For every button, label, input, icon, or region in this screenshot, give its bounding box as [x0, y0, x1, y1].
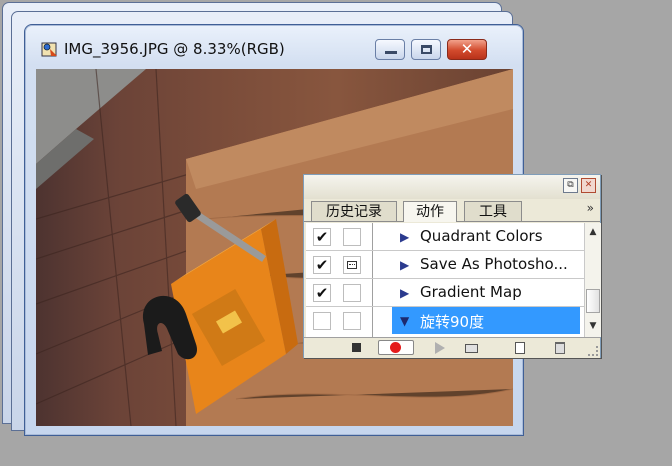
scroll-thumb[interactable]: [586, 289, 600, 313]
action-toggle-checkbox[interactable]: ✔: [313, 228, 331, 246]
close-button[interactable]: ✕: [447, 39, 487, 60]
photoshop-document-icon: [41, 40, 59, 58]
actions-panel[interactable]: ⧉ ✕ 历史记录 动作 工具 » ✔ ▶ Quadrant Colors ✔ ▶…: [303, 174, 601, 358]
dialog-icon: [347, 261, 357, 269]
new-set-button[interactable]: [464, 341, 480, 355]
new-action-button[interactable]: [512, 341, 528, 355]
minimize-button[interactable]: [375, 39, 405, 60]
resize-grip[interactable]: [588, 346, 598, 356]
action-row[interactable]: ✔ ▶ Save As Photosho...: [306, 251, 584, 279]
action-row[interactable]: ✔ ▶ Gradient Map: [306, 279, 584, 307]
action-label[interactable]: Quadrant Colors: [420, 227, 543, 245]
dialog-toggle-checkbox[interactable]: [343, 228, 361, 246]
expand-arrow-icon[interactable]: ▶: [400, 258, 409, 272]
stop-icon: [352, 343, 361, 352]
actions-list[interactable]: ✔ ▶ Quadrant Colors ✔ ▶ Save As Photosho…: [306, 223, 584, 337]
new-action-icon: [515, 342, 525, 354]
tab-history[interactable]: 历史记录: [311, 201, 397, 221]
actions-toolbar: [304, 337, 600, 358]
panel-menu-button[interactable]: »: [587, 201, 594, 215]
scroll-up-icon[interactable]: ▲: [587, 227, 599, 241]
panel-close-button[interactable]: ✕: [581, 178, 596, 193]
tab-actions[interactable]: 动作: [403, 201, 457, 222]
actions-scrollbar[interactable]: ▲ ▼: [584, 223, 601, 337]
folder-icon: [465, 344, 478, 353]
delete-button[interactable]: [552, 341, 568, 355]
expand-arrow-icon[interactable]: ▶: [400, 286, 409, 300]
action-label[interactable]: Save As Photosho...: [420, 255, 568, 273]
action-toggle-checkbox[interactable]: ✔: [313, 256, 331, 274]
action-row[interactable]: ✔ ▶ Quadrant Colors: [306, 223, 584, 251]
document-title: IMG_3956.JPG @ 8.33%(RGB): [64, 40, 285, 58]
close-icon: ✕: [460, 40, 474, 58]
tab-tools[interactable]: 工具: [464, 201, 522, 221]
minimize-icon: [385, 51, 397, 54]
scroll-down-icon[interactable]: ▼: [587, 321, 599, 335]
record-icon: [390, 342, 401, 353]
action-label[interactable]: Gradient Map: [420, 283, 522, 301]
panel-tabs: 历史记录 动作 工具 »: [304, 199, 600, 222]
play-button[interactable]: [432, 341, 448, 355]
document-title-bar[interactable]: IMG_3956.JPG @ 8.33%(RGB) ✕: [25, 25, 523, 69]
action-toggle-checkbox[interactable]: ✔: [313, 284, 331, 302]
expand-arrow-icon[interactable]: ▶: [400, 230, 409, 244]
action-toggle-checkbox[interactable]: [313, 312, 331, 330]
dialog-toggle-checkbox[interactable]: [343, 256, 361, 274]
maximize-icon: [421, 45, 432, 54]
dialog-toggle-checkbox[interactable]: [343, 284, 361, 302]
maximize-button[interactable]: [411, 39, 441, 60]
dialog-toggle-checkbox[interactable]: [343, 312, 361, 330]
panel-restore-button[interactable]: ⧉: [563, 178, 578, 193]
trash-icon: [555, 342, 565, 354]
play-icon: [435, 342, 445, 354]
expanded-arrow-icon[interactable]: ▼: [400, 314, 409, 328]
stop-button[interactable]: [349, 341, 365, 355]
action-row-selected[interactable]: ▼ 旋转90度: [306, 307, 584, 335]
record-button[interactable]: [378, 340, 414, 355]
panel-title-bar[interactable]: ⧉ ✕: [304, 175, 600, 199]
action-label[interactable]: 旋转90度: [420, 311, 484, 332]
